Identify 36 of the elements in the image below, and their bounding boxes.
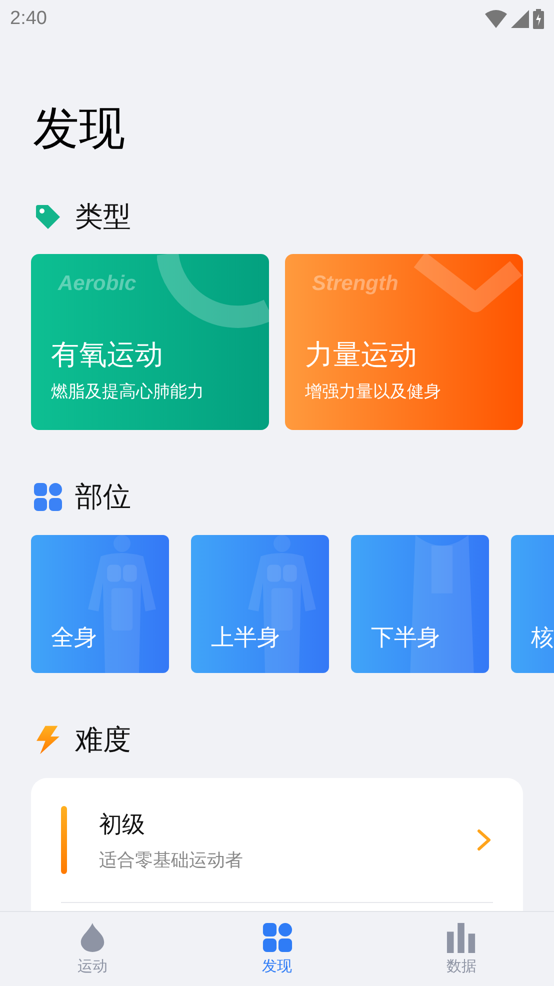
exercise-type-card[interactable]: Aerobic 有氧运动 燃脂及提高心肺能力 (31, 254, 269, 430)
page-title: 发现 (33, 102, 126, 154)
tab-bar-item[interactable]: 数据 (369, 912, 554, 986)
body-part-card[interactable]: 全身 (31, 535, 169, 673)
card-title: 力量运动 (305, 337, 417, 373)
card-label: 全身 (51, 624, 97, 653)
item-title: 初级 (99, 810, 145, 840)
body-part-card[interactable]: 核 (511, 535, 554, 673)
wifi-icon (485, 10, 507, 28)
tag-icon (33, 202, 63, 232)
card-label: 下半身 (371, 624, 440, 653)
card-title: 有氧运动 (51, 337, 163, 373)
bar-chart-icon (446, 922, 478, 953)
card-watermark: Aerobic (58, 272, 136, 296)
tab-bar-item[interactable]: 发现 (184, 912, 370, 986)
card-label: 上半身 (211, 624, 280, 653)
body-part-card[interactable]: 上半身 (191, 535, 329, 673)
exercise-type-card[interactable]: Strength 力量运动 增强力量以及健身 (285, 254, 523, 430)
tab-bar-item[interactable]: 运动 (0, 912, 185, 986)
card-label: 核 (531, 624, 554, 653)
card-subtitle: 燃脂及提高心肺能力 (51, 381, 204, 403)
battery-icon (533, 9, 544, 29)
section-title: 部位 (75, 479, 131, 515)
grid-icon (33, 482, 63, 512)
section-title: 难度 (75, 722, 131, 758)
signal-icon (511, 10, 529, 28)
section-title: 类型 (75, 199, 131, 235)
grid-icon (262, 922, 292, 953)
item-subtitle: 适合零基础运动者 (99, 848, 243, 872)
status-time: 2:40 (10, 8, 47, 30)
body-part-card[interactable]: 下半身 (351, 535, 489, 673)
accent-bar (61, 806, 67, 874)
card-watermark: Strength (312, 272, 398, 296)
difficulty-item[interactable]: 初级 适合零基础运动者 (61, 778, 493, 903)
chevron-right-icon (477, 829, 491, 851)
card-subtitle: 增强力量以及健身 (305, 381, 441, 403)
